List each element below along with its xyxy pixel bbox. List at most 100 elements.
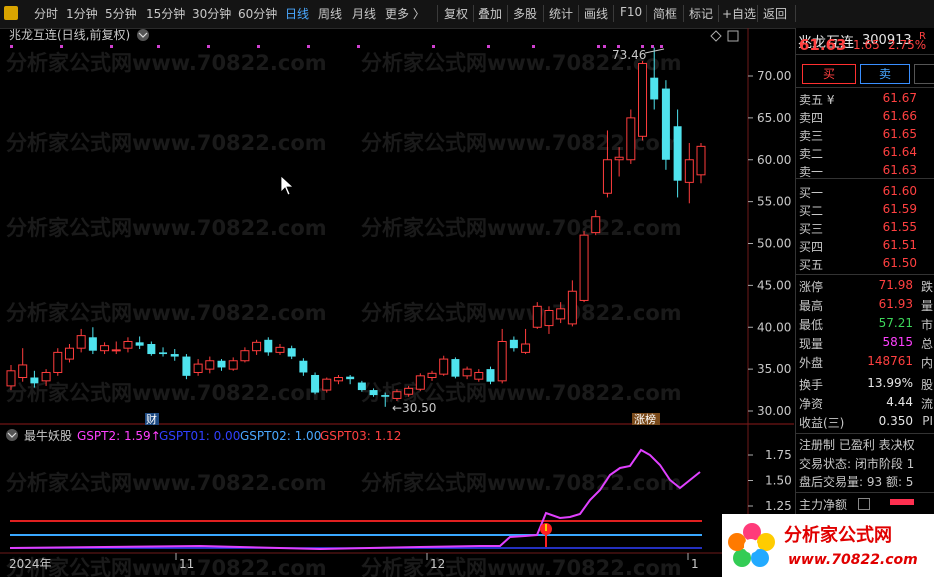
f10-button[interactable]: F10 bbox=[620, 5, 642, 19]
period-tab-monthly[interactable]: 月线 bbox=[352, 5, 376, 22]
stat-row[interactable]: 换手 13.99% 股 bbox=[796, 375, 934, 392]
mark-button[interactable]: 标记 bbox=[689, 5, 713, 22]
signal-dot bbox=[60, 45, 63, 48]
ask-row[interactable]: 卖五 ¥ 61.67 bbox=[796, 90, 934, 107]
row-tail: 流 bbox=[920, 397, 933, 411]
high-price-label: 73.46 bbox=[612, 48, 646, 62]
bid-row[interactable]: 买五 61.50 bbox=[796, 255, 934, 272]
buy-button[interactable]: 买 bbox=[802, 64, 856, 84]
candle-body bbox=[602, 159, 612, 194]
row-label: 卖五 ¥ bbox=[799, 93, 835, 107]
stat-row[interactable]: 外盘 148761 内 bbox=[796, 353, 934, 370]
simple-frame-button[interactable]: 简框 bbox=[653, 5, 677, 22]
candle-body bbox=[567, 290, 577, 325]
chart-settings-icon[interactable] bbox=[137, 29, 149, 41]
row-value: 61.51 bbox=[882, 238, 917, 252]
candle-body bbox=[369, 390, 378, 396]
candle-body bbox=[18, 364, 28, 378]
x-label-jan: 1 bbox=[691, 557, 699, 571]
row-tail: PI bbox=[922, 414, 933, 428]
info-row-2: 交易状态: 闭市阶段 1 bbox=[799, 457, 915, 471]
stat-row[interactable]: 净资 4.44 流 bbox=[796, 394, 934, 411]
maximize-icon[interactable] bbox=[727, 30, 739, 42]
signal-dot bbox=[432, 45, 435, 48]
period-tab-more[interactable]: 更多 〉 bbox=[385, 5, 425, 22]
bid-row[interactable]: 买一 61.60 bbox=[796, 183, 934, 200]
indicator-tick-label: 1.50 bbox=[765, 474, 792, 488]
candle-body bbox=[299, 360, 308, 373]
stat-row[interactable]: 最低 57.21 市 bbox=[796, 315, 934, 332]
stat-row[interactable]: 涨停 71.98 跌 bbox=[796, 277, 934, 294]
bid-row[interactable]: 买三 61.55 bbox=[796, 219, 934, 236]
stat-row[interactable]: 收益(三) 0.350 PI bbox=[796, 413, 934, 430]
period-tab-daily[interactable]: 日线 bbox=[285, 5, 309, 22]
period-tab-30min[interactable]: 30分钟 bbox=[192, 5, 231, 22]
ask-row[interactable]: 卖一 61.63 bbox=[796, 162, 934, 179]
diamond-icon[interactable] bbox=[710, 30, 722, 42]
overlay-button[interactable]: 叠加 bbox=[478, 5, 502, 22]
stat-row[interactable]: 现量 5815 总 bbox=[796, 334, 934, 351]
indicator-settings-icon[interactable] bbox=[6, 429, 18, 441]
period-tab-60min[interactable]: 60分钟 bbox=[238, 5, 277, 22]
logo-text: 分析家公式网 bbox=[784, 524, 892, 546]
site-logo: 分析家公式网 www.70822.com bbox=[722, 514, 934, 577]
signal-dot bbox=[110, 45, 113, 48]
row-value: 148761 bbox=[867, 354, 913, 368]
indicator-gspt03: GSPT03: 1.12 bbox=[320, 429, 401, 443]
row-value: 61.64 bbox=[882, 145, 917, 159]
period-tab-5min[interactable]: 5分钟 bbox=[105, 5, 137, 22]
statistics-button[interactable]: 统计 bbox=[549, 5, 573, 22]
adjust-button[interactable]: 复权 bbox=[444, 5, 468, 22]
signal-dot bbox=[651, 45, 654, 48]
candle-body bbox=[346, 376, 355, 380]
indicator-gspt02: GSPT02: 1.00 bbox=[240, 429, 321, 443]
candle-body bbox=[532, 305, 542, 328]
candle-body bbox=[486, 369, 495, 382]
net-flow-row[interactable]: 主力净额 bbox=[796, 495, 934, 512]
x-label-dec: 12 bbox=[430, 557, 445, 571]
back-button[interactable]: 返回 bbox=[763, 5, 787, 22]
order-more-button[interactable] bbox=[914, 64, 934, 84]
info-row-3: 盘后交易量: 93 额: 5 bbox=[799, 475, 914, 489]
price-row: 61.63 1.65 2.75% bbox=[796, 35, 934, 59]
row-label: 买四 bbox=[799, 240, 824, 254]
candle-body bbox=[311, 374, 320, 393]
candle-body bbox=[357, 382, 366, 391]
x-label-year: 2024年 bbox=[9, 557, 52, 571]
y-tick-label: 55.00 bbox=[757, 195, 791, 209]
signal-dot-row bbox=[10, 45, 663, 48]
mouse-cursor-icon bbox=[280, 175, 295, 196]
price-axis: 70.00 65.00 60.00 55.00 50.00 45.00 40.00 35.00… bbox=[748, 69, 791, 418]
period-tab-fenshi[interactable]: 分时 bbox=[34, 5, 58, 22]
period-tab-1min[interactable]: 1分钟 bbox=[66, 5, 98, 22]
ask-row[interactable]: 卖二 61.64 bbox=[796, 144, 934, 161]
ask-row[interactable]: 卖三 61.65 bbox=[796, 126, 934, 143]
candle-body bbox=[497, 340, 507, 382]
candle-body bbox=[287, 348, 296, 357]
candle-body bbox=[170, 354, 179, 357]
low-price-label: ←30.50 bbox=[392, 401, 436, 415]
candle-body bbox=[264, 339, 273, 353]
menu-grid-icon[interactable] bbox=[4, 6, 18, 20]
add-watchlist-button[interactable]: +自选 bbox=[722, 5, 756, 22]
y-tick-label: 60.00 bbox=[757, 153, 791, 167]
period-tab-weekly[interactable]: 周线 bbox=[318, 5, 342, 22]
draw-line-button[interactable]: 画线 bbox=[584, 5, 608, 22]
multi-stock-button[interactable]: 多股 bbox=[513, 5, 537, 22]
signal-dot bbox=[660, 45, 663, 48]
sell-button[interactable]: 卖 bbox=[860, 64, 910, 84]
watermark-text: 分析家公式网www.70822.com bbox=[6, 381, 327, 405]
bid-row[interactable]: 买二 61.59 bbox=[796, 201, 934, 218]
watermark-text: 分析家公式网www.70822.com bbox=[361, 556, 682, 577]
row-value: 61.60 bbox=[882, 184, 917, 198]
signal-dot bbox=[357, 45, 360, 48]
period-tab-15min[interactable]: 15分钟 bbox=[146, 5, 185, 22]
row-value: 61.66 bbox=[882, 109, 917, 123]
bid-row[interactable]: 买四 61.51 bbox=[796, 237, 934, 254]
kline-chart[interactable]: 分析家公式网www.70822.com 分析家公式网www.70822.com 分析… bbox=[0, 28, 794, 577]
signal-dot bbox=[597, 45, 600, 48]
stat-row[interactable]: 最高 61.93 量 bbox=[796, 296, 934, 313]
event-label-cai: 财 bbox=[146, 412, 157, 426]
ask-row[interactable]: 卖四 61.66 bbox=[796, 108, 934, 125]
row-label: 买五 bbox=[799, 258, 824, 272]
